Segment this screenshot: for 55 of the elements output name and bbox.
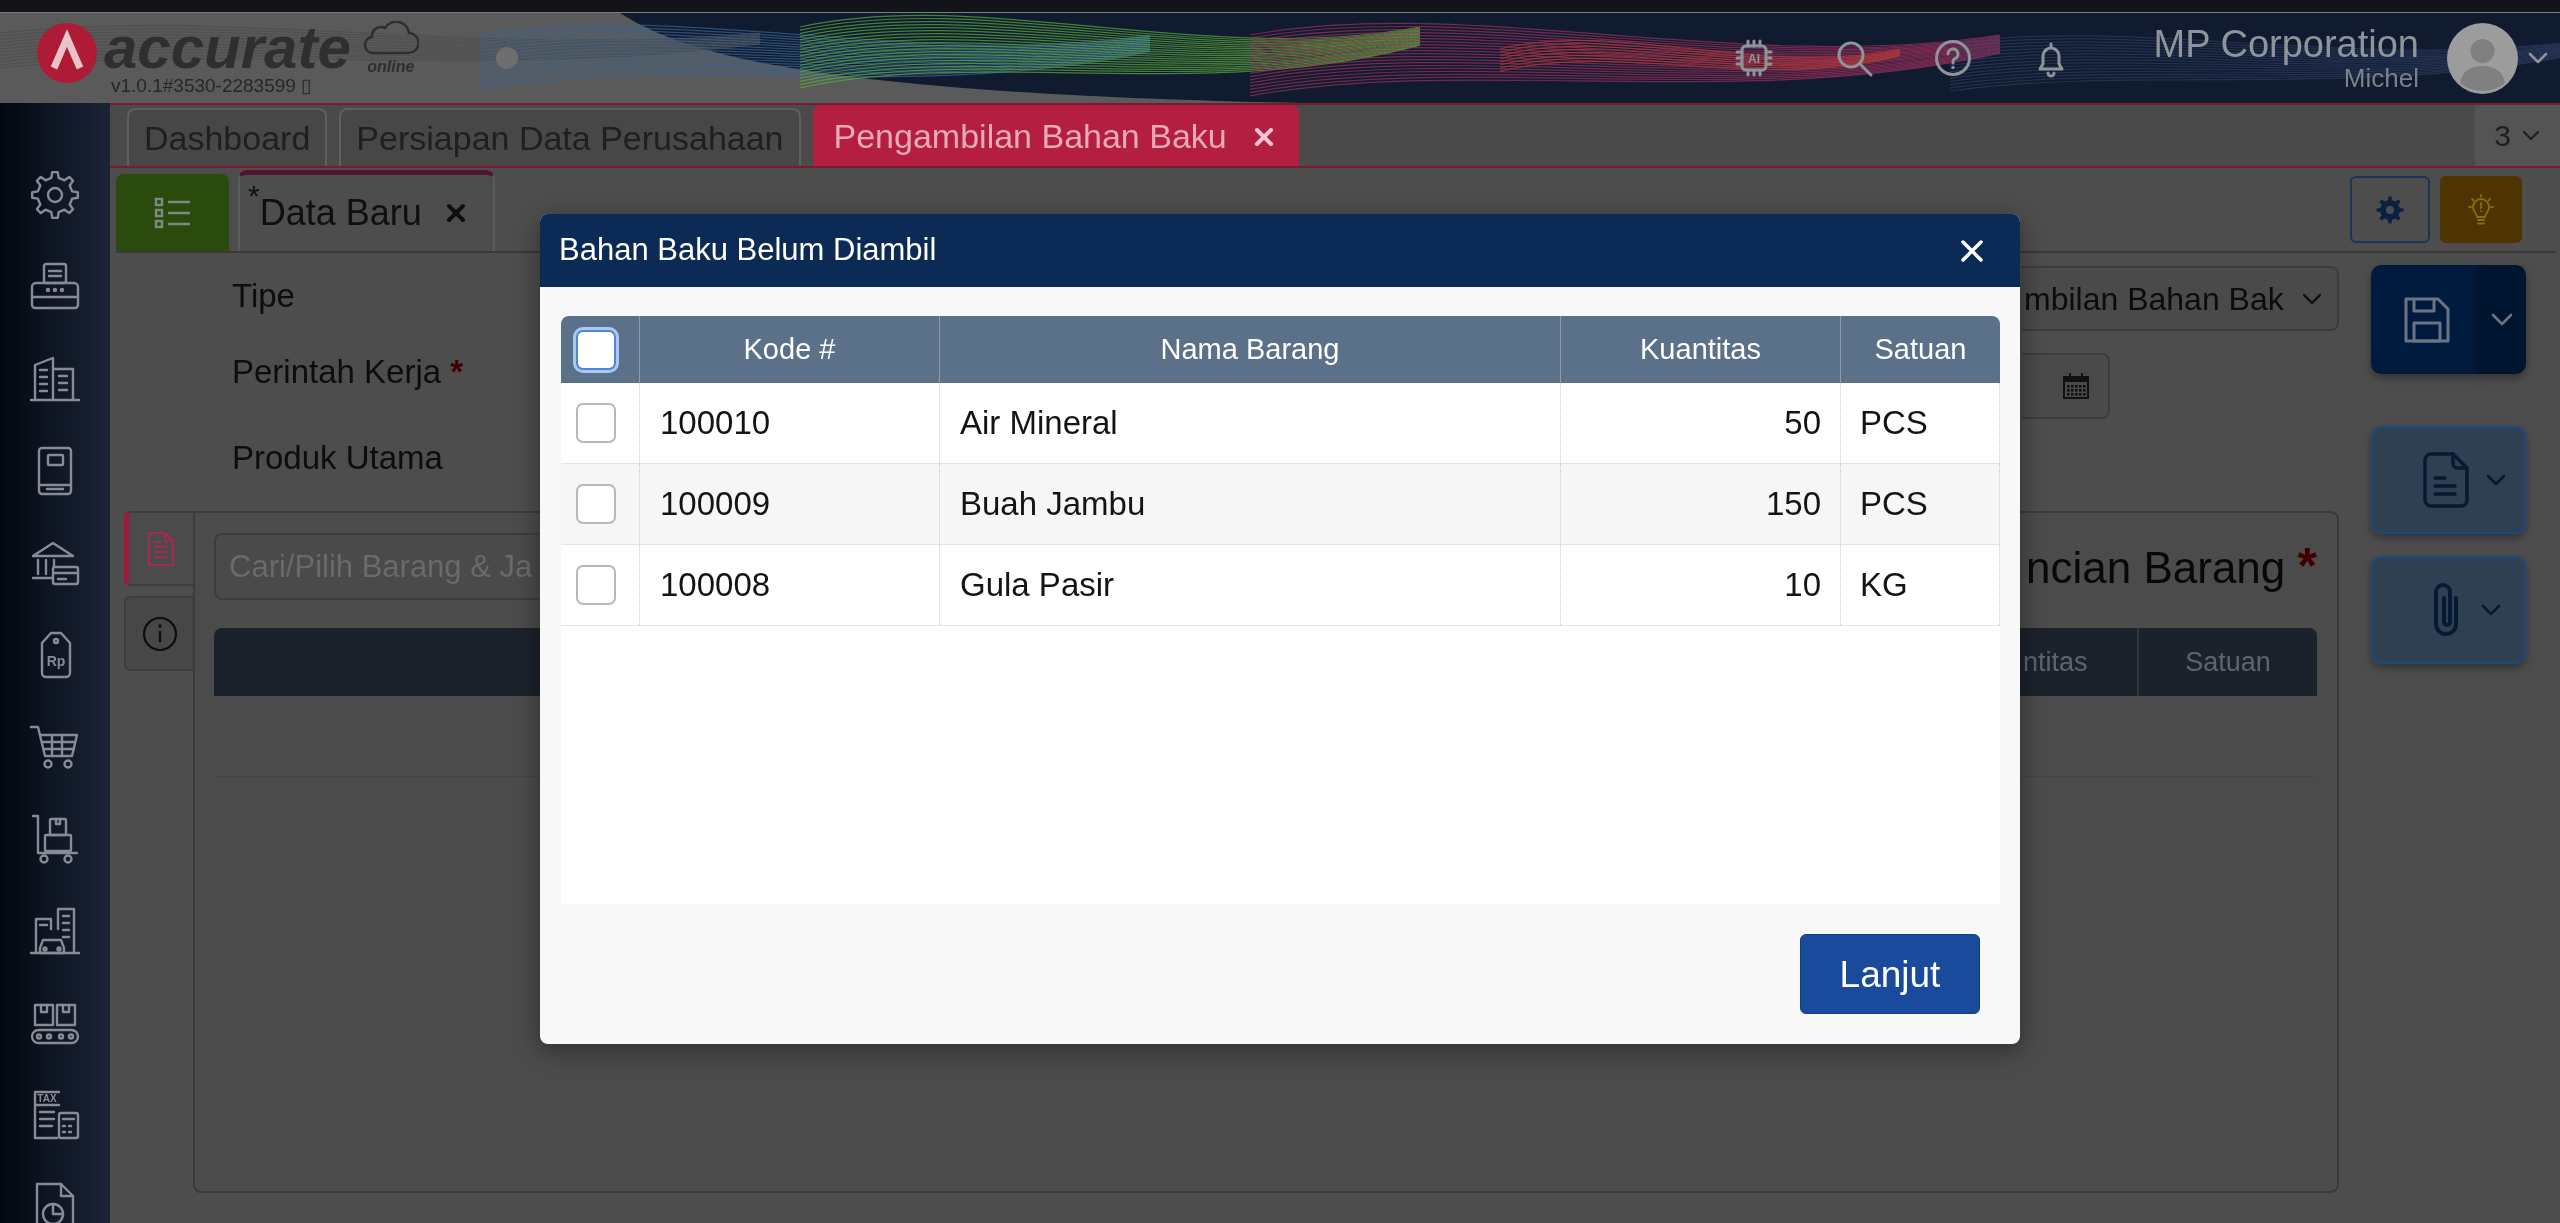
table-cell: PCS	[1840, 383, 2000, 463]
gear-icon	[2376, 195, 2404, 224]
column-header: Satuan	[2137, 628, 2317, 696]
chevron-down-icon	[2301, 291, 2323, 306]
section-title: ncian Barang *	[2026, 537, 2317, 596]
logo-icon[interactable]	[36, 22, 98, 84]
info-icon	[141, 615, 178, 652]
cloud-icon	[362, 21, 419, 55]
list-view-button[interactable]	[116, 174, 229, 251]
buildings-car-icon[interactable]	[29, 905, 81, 957]
chevron-down-icon	[2489, 312, 2514, 327]
table-cell: Gula Pasir	[939, 545, 1560, 625]
tab[interactable]: Pengambilan Bahan Baku	[812, 105, 1299, 166]
user-name: Michel	[2343, 64, 2419, 92]
avatar-icon[interactable]	[2447, 22, 2518, 94]
field-label: Produk Utama	[232, 439, 443, 477]
document-tab[interactable]: $^{*}$Data Baru	[238, 170, 495, 251]
table-row[interactable]: 100009 Buah Jambu 150 PCS	[561, 464, 2000, 545]
row-checkbox[interactable]	[576, 565, 616, 605]
close-icon[interactable]	[1959, 237, 1985, 264]
document-icon	[145, 530, 177, 567]
row-checkbox[interactable]	[576, 484, 616, 524]
table-cell: 100010	[639, 383, 939, 463]
hand-truck-icon[interactable]	[29, 813, 81, 865]
table-cell: 100009	[639, 464, 939, 544]
chevron-down-icon	[2527, 51, 2549, 65]
field-label: Perintah Kerja *	[232, 353, 464, 391]
table-row[interactable]: 100010 Air Mineral 50 PCS	[561, 383, 2000, 464]
help-icon[interactable]	[1933, 39, 1972, 77]
calendar-icon[interactable]	[2062, 372, 2090, 400]
field-label: Tipe	[232, 277, 295, 315]
type-select[interactable]: mbilan Bahan Bak	[2022, 266, 2339, 331]
table-cell: Air Mineral	[939, 383, 1560, 463]
dialog-title: Bahan Baku Belum Diambil	[559, 231, 937, 270]
save-button[interactable]	[2371, 265, 2477, 374]
list-icon	[153, 195, 192, 230]
company-name: MP Corporation	[2153, 24, 2419, 64]
table-cell: KG	[1840, 545, 2000, 625]
lightbulb-icon	[2467, 193, 2495, 226]
document-icon	[2420, 451, 2471, 509]
table-cell: PCS	[1840, 464, 2000, 544]
table-cell: 10	[1560, 545, 1840, 625]
table-cell: 150	[1560, 464, 1840, 544]
table-cell: Buah Jambu	[939, 464, 1560, 544]
column-header: ntitas	[2022, 645, 2089, 679]
continue-button[interactable]: Lanjut	[1800, 934, 1980, 1014]
chevron-down-icon	[2479, 603, 2502, 617]
row-checkbox[interactable]	[576, 403, 616, 443]
table-row[interactable]: 100008 Gula Pasir 10 KG	[561, 545, 2000, 626]
table-cell: 100008	[639, 545, 939, 625]
chevron-down-icon	[2484, 473, 2507, 487]
table-cell: 50	[1560, 383, 1840, 463]
gear-icon[interactable]	[29, 169, 81, 221]
date-field[interactable]	[2022, 353, 2110, 419]
chevron-down-icon	[2520, 129, 2541, 142]
